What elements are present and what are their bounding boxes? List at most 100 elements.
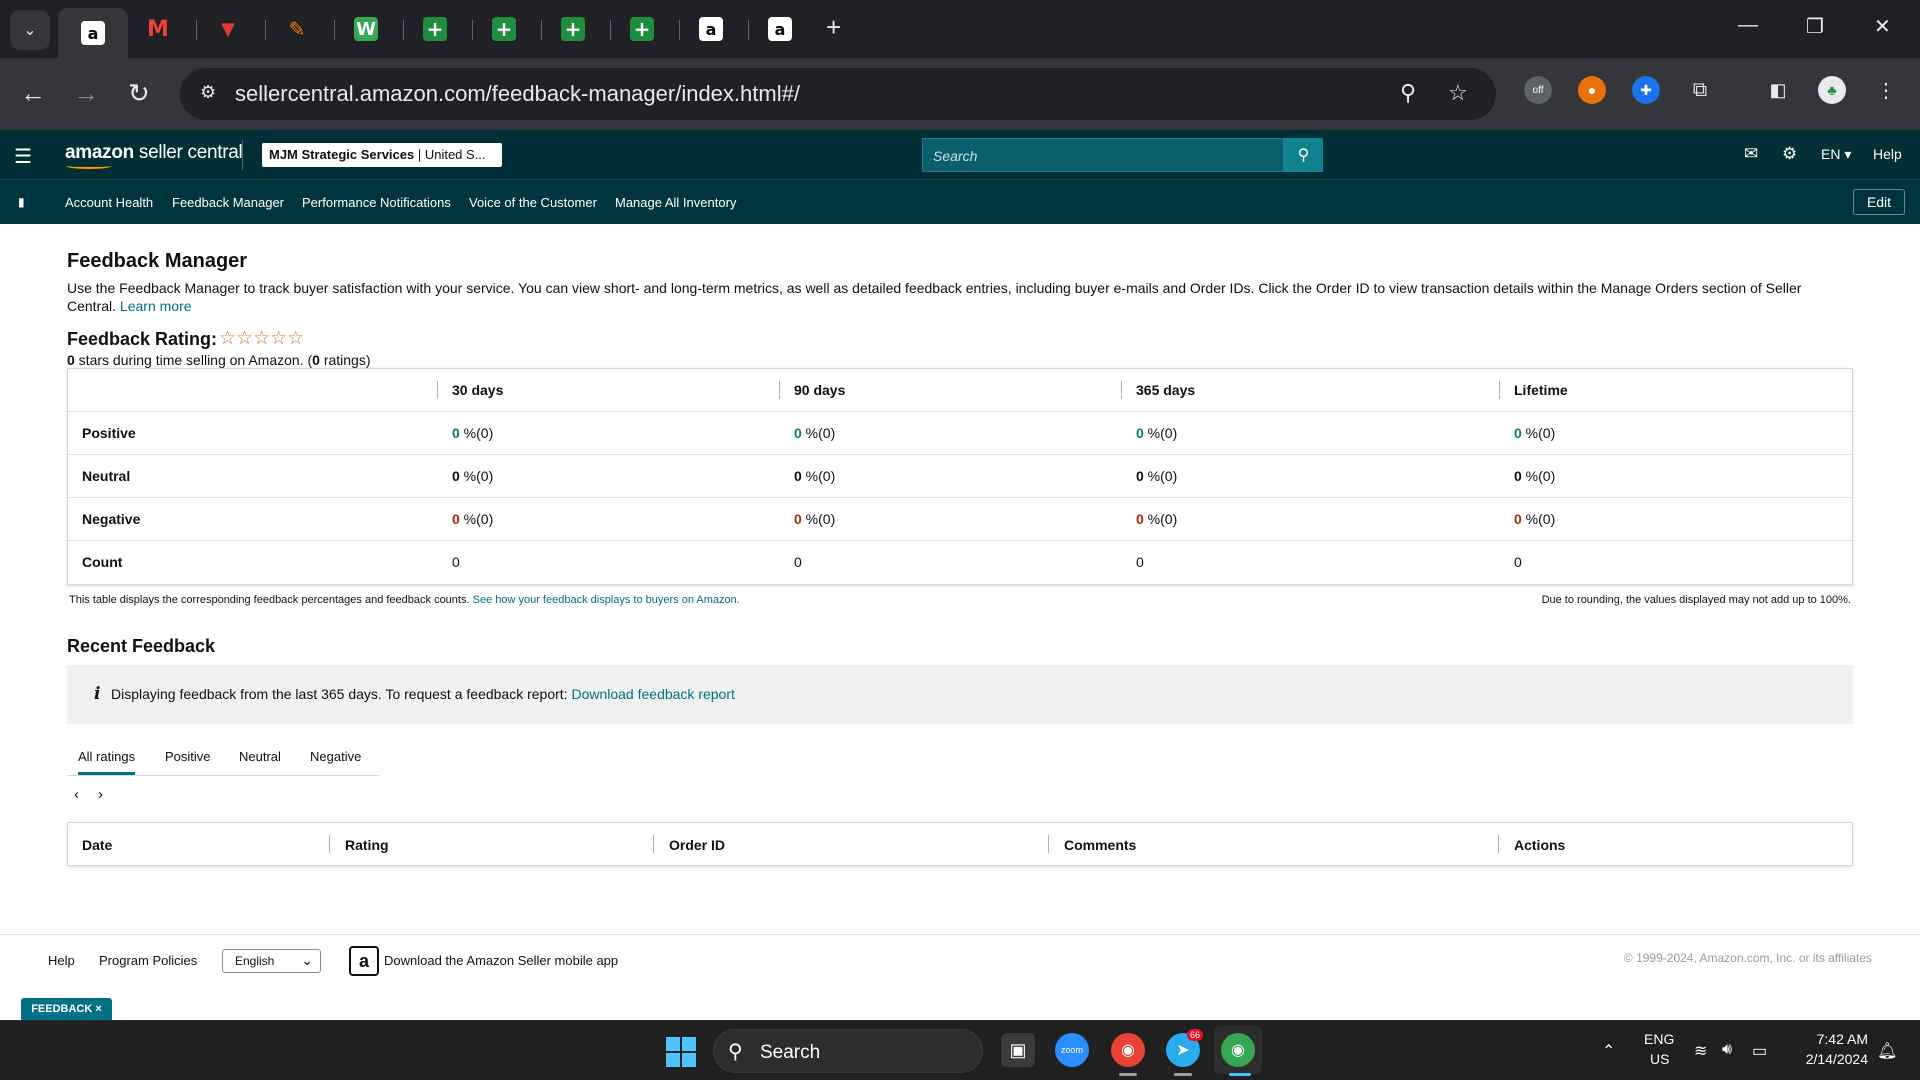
minimize-icon[interactable]: — (1738, 14, 1758, 37)
tab-sheets-3[interactable]: + (543, 6, 603, 52)
download-report-link[interactable]: Download feedback report (571, 686, 734, 702)
column-separator (437, 381, 438, 399)
blue-extension-icon[interactable]: ✚ (1632, 76, 1660, 104)
zoom-app-icon[interactable]: zoom (1055, 1033, 1089, 1067)
w-app-icon: W (354, 17, 378, 41)
seller-central-logo[interactable]: amazon seller central (65, 142, 243, 164)
feedback-list-table: Date Rating Order ID Comments Actions (67, 822, 1853, 866)
tab-search-button[interactable]: ⌄ (10, 10, 50, 50)
previous-page-icon[interactable]: ‹ (74, 786, 79, 803)
footer-language-select[interactable]: English ⌄ (222, 949, 321, 973)
reload-icon[interactable]: ↻ (128, 78, 150, 108)
account-switcher[interactable]: MJM Strategic Services | United S... (262, 143, 502, 167)
tab-positive[interactable]: Positive (165, 749, 211, 764)
off-extension-icon[interactable]: off (1524, 76, 1552, 104)
tab-gmail[interactable]: M (128, 6, 188, 52)
extensions-puzzle-icon[interactable]: ⧉ (1686, 76, 1714, 104)
battery-icon[interactable]: ▭ (1752, 1041, 1767, 1061)
tab-sheets-2[interactable]: + (474, 6, 534, 52)
tab-separator (748, 20, 749, 40)
column-header-comments[interactable]: Comments (1064, 837, 1136, 853)
bookmark-star-icon[interactable]: ☆ (1448, 80, 1468, 106)
input-language-bottom[interactable]: US (1650, 1051, 1669, 1067)
tab-red-app[interactable]: ▼ (198, 6, 258, 52)
column-header-rating[interactable]: Rating (345, 837, 389, 853)
learn-more-link[interactable]: Learn more (120, 298, 192, 314)
side-panel-icon[interactable]: ◧ (1764, 76, 1792, 104)
edit-nav-button[interactable]: Edit (1853, 189, 1905, 215)
wifi-icon[interactable]: ≋ (1694, 1041, 1707, 1061)
language-selector[interactable]: EN ▾ (1821, 146, 1851, 163)
footer-help-link[interactable]: Help (48, 953, 75, 968)
bookmark-icon[interactable]: ▮ (18, 195, 25, 209)
tab-sheets-1[interactable]: + (405, 6, 465, 52)
input-language-top[interactable]: ENG (1644, 1031, 1674, 1047)
tab-separator (403, 20, 404, 40)
new-tab-button[interactable]: + (826, 12, 841, 43)
show-hidden-icons-icon[interactable]: ⌃ (1602, 1041, 1615, 1061)
feedback-widget-tab[interactable]: FEEDBACK × (21, 998, 112, 1020)
download-app-link[interactable]: Download the Amazon Seller mobile app (384, 953, 618, 968)
nav-account-health[interactable]: Account Health (65, 195, 153, 210)
profile-avatar-icon[interactable]: ♣ (1818, 76, 1846, 104)
column-header-date[interactable]: Date (82, 837, 112, 853)
nav-performance-notifications[interactable]: Performance Notifications (302, 195, 451, 210)
site-info-icon[interactable]: ⚙ (200, 82, 216, 103)
url-text[interactable]: sellercentral.amazon.com/feedback-manage… (235, 81, 800, 107)
back-arrow-icon[interactable]: ← (20, 78, 46, 108)
browser-tab-bar: ⌄ a M ▼ ✎ W + + + + a a + — ❐ ✕ (0, 0, 1920, 58)
positive-value: 0 (794, 425, 802, 441)
percent-count: %(0) (801, 511, 836, 527)
tab-w-app[interactable]: W (336, 6, 396, 52)
positive-90-days: 0 %(0) (794, 425, 835, 441)
windows-start-icon[interactable] (666, 1037, 696, 1067)
taskbar-search[interactable]: ⚲ Search (713, 1029, 983, 1073)
tab-sheets-4[interactable]: + (612, 6, 672, 52)
chrome-app-icon[interactable]: ◉ (1111, 1033, 1145, 1067)
mail-icon[interactable]: ✉ (1744, 144, 1758, 164)
help-link[interactable]: Help (1873, 146, 1902, 162)
row-label: Positive (82, 425, 136, 441)
chrome-profile-app-icon[interactable]: ◉ (1221, 1033, 1255, 1067)
nav-feedback-manager[interactable]: Feedback Manager (172, 195, 284, 210)
notification-bell-icon[interactable]: 🔔︎ (1877, 1041, 1897, 1061)
amazon-seller-app-icon[interactable]: a (349, 946, 379, 976)
tab-pencil-app[interactable]: ✎ (267, 6, 327, 52)
volume-icon[interactable]: 🔊︎ (1722, 1041, 1732, 1059)
tab-amazon-3[interactable]: a (750, 6, 810, 52)
tab-neutral[interactable]: Neutral (239, 749, 281, 764)
percent-count: %(0) (459, 425, 494, 441)
app-running-indicator (1119, 1073, 1137, 1076)
tab-separator (334, 20, 335, 40)
tab-all-ratings[interactable]: All ratings (78, 749, 136, 775)
column-separator (1121, 381, 1122, 399)
clock-time[interactable]: 7:42 AM (1798, 1031, 1868, 1047)
tab-amazon-2[interactable]: a (681, 6, 741, 52)
column-header-order-id[interactable]: Order ID (669, 837, 725, 853)
tab-amazon-active[interactable]: a (58, 8, 128, 58)
browser-menu-icon[interactable]: ⋮ (1872, 76, 1900, 104)
orange-extension-icon[interactable]: ● (1578, 76, 1606, 104)
next-page-icon[interactable]: › (98, 786, 103, 803)
gear-icon[interactable]: ⚙ (1782, 144, 1797, 164)
restore-icon[interactable]: ❐ (1806, 14, 1824, 39)
close-icon[interactable]: ✕ (1874, 14, 1891, 39)
tab-negative[interactable]: Negative (310, 749, 361, 764)
program-policies-link[interactable]: Program Policies (99, 953, 197, 968)
percent-count: %(0) (801, 425, 836, 441)
clock-date[interactable]: 2/14/2024 (1794, 1051, 1868, 1067)
hamburger-menu-icon[interactable]: ☰ (14, 144, 32, 169)
star-count: 0 (67, 352, 75, 368)
zoom-icon[interactable]: ⚲ (1400, 80, 1416, 106)
search-icon: ⚲ (728, 1041, 743, 1063)
search-icon[interactable]: ⚲ (1284, 138, 1323, 172)
tab-separator (265, 20, 266, 40)
nav-manage-inventory[interactable]: Manage All Inventory (615, 195, 736, 210)
address-bar[interactable]: ⚙ sellercentral.amazon.com/feedback-mana… (180, 68, 1496, 120)
forward-arrow-icon[interactable]: → (73, 78, 99, 108)
buyer-display-link[interactable]: See how your feedback displays to buyers… (473, 594, 740, 606)
column-separator (779, 381, 780, 399)
task-view-icon[interactable]: ▣ (1001, 1033, 1035, 1067)
nav-voice-of-customer[interactable]: Voice of the Customer (469, 195, 597, 210)
search-input[interactable]: Search (922, 138, 1284, 172)
